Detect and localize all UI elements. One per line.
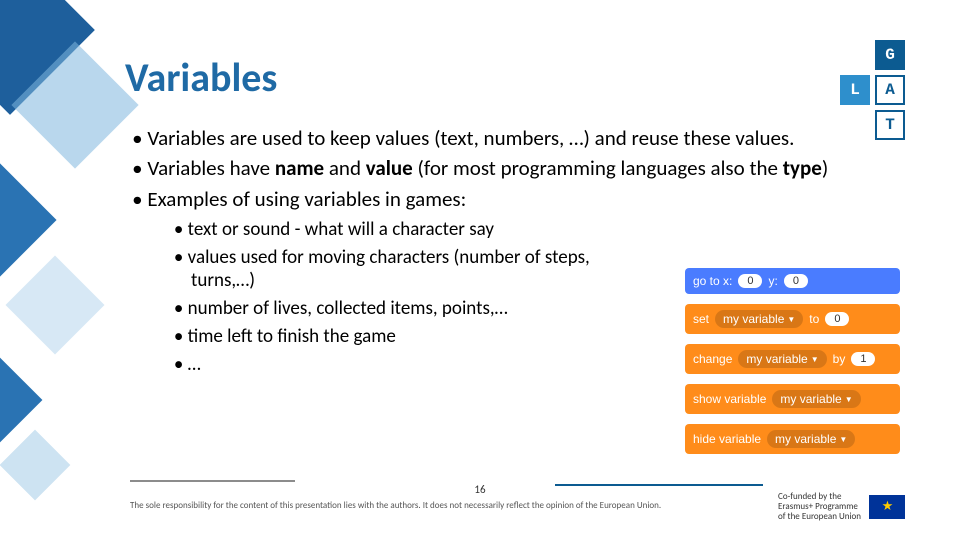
- logo-l: L: [840, 75, 870, 105]
- code-blocks: go to x: 0 y: 0 set my variable▼ to 0 ch…: [685, 268, 900, 454]
- bullet-3: Examples of using variables in games:: [130, 186, 850, 212]
- block-hide: hide variable my variable▼: [685, 424, 900, 454]
- block-show: show variable my variable▼: [685, 384, 900, 414]
- logo-g: G: [875, 40, 905, 70]
- eu-line: of the European Union: [778, 512, 861, 522]
- deco-square: [0, 163, 57, 276]
- eu-cofunded: Co-funded by the Erasmus+ Programme of t…: [778, 492, 905, 522]
- deco-square: [6, 256, 105, 355]
- disclaimer-text: The sole responsibility for the content …: [130, 500, 770, 511]
- logo-a: A: [875, 75, 905, 105]
- sub-bullet: values used for moving characters (numbe…: [172, 246, 652, 294]
- eu-flag-icon: ★: [869, 495, 905, 519]
- block-set: set my variable▼ to 0: [685, 304, 900, 334]
- sub-bullet: …: [172, 353, 652, 377]
- block-goto: go to x: 0 y: 0: [685, 268, 900, 294]
- divider: [130, 480, 295, 482]
- sub-bullet: time left to finish the game: [172, 325, 652, 349]
- sub-bullet: number of lives, collected items, points…: [172, 297, 652, 321]
- block-change: change my variable▼ by 1: [685, 344, 900, 374]
- sub-bullet: text or sound - what will a character sa…: [172, 218, 652, 242]
- logo-t: T: [875, 110, 905, 140]
- bullet-2: Variables have name and value (for most …: [130, 155, 850, 181]
- deco-square: [0, 358, 42, 443]
- slide-title: Variables: [125, 53, 277, 102]
- bullet-1: Variables are used to keep values (text,…: [130, 125, 850, 151]
